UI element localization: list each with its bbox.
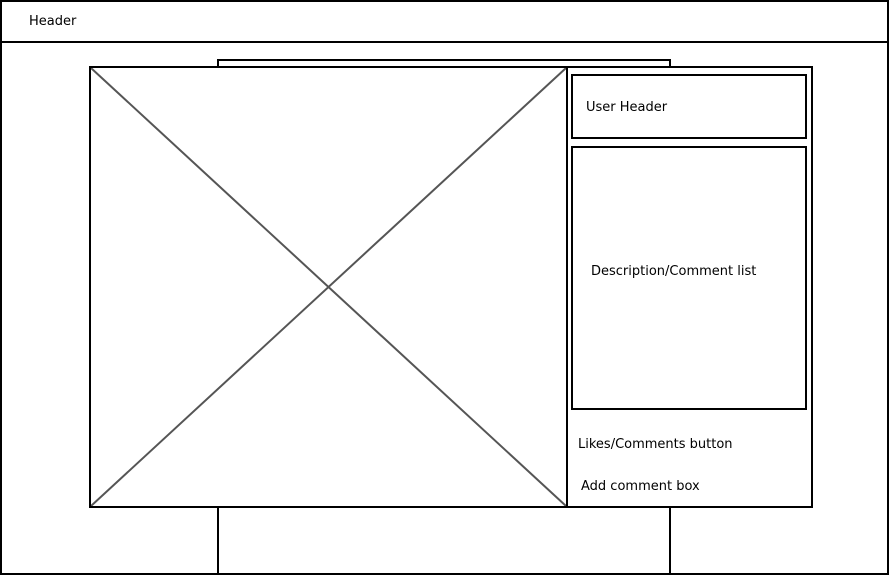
description-comment-list-label: Description/Comment list xyxy=(591,264,757,279)
description-comment-list: Description/Comment list xyxy=(571,146,807,410)
user-header-label: User Header xyxy=(586,100,668,115)
header-bar: Header xyxy=(0,0,889,43)
user-header: User Header xyxy=(571,74,807,139)
likes-comments-button[interactable]: Likes/Comments button xyxy=(578,437,733,452)
image-placeholder-icon xyxy=(91,68,566,506)
header-label: Header xyxy=(29,14,77,29)
image-placeholder xyxy=(89,66,568,508)
add-comment-box[interactable]: Add comment box xyxy=(581,479,700,494)
